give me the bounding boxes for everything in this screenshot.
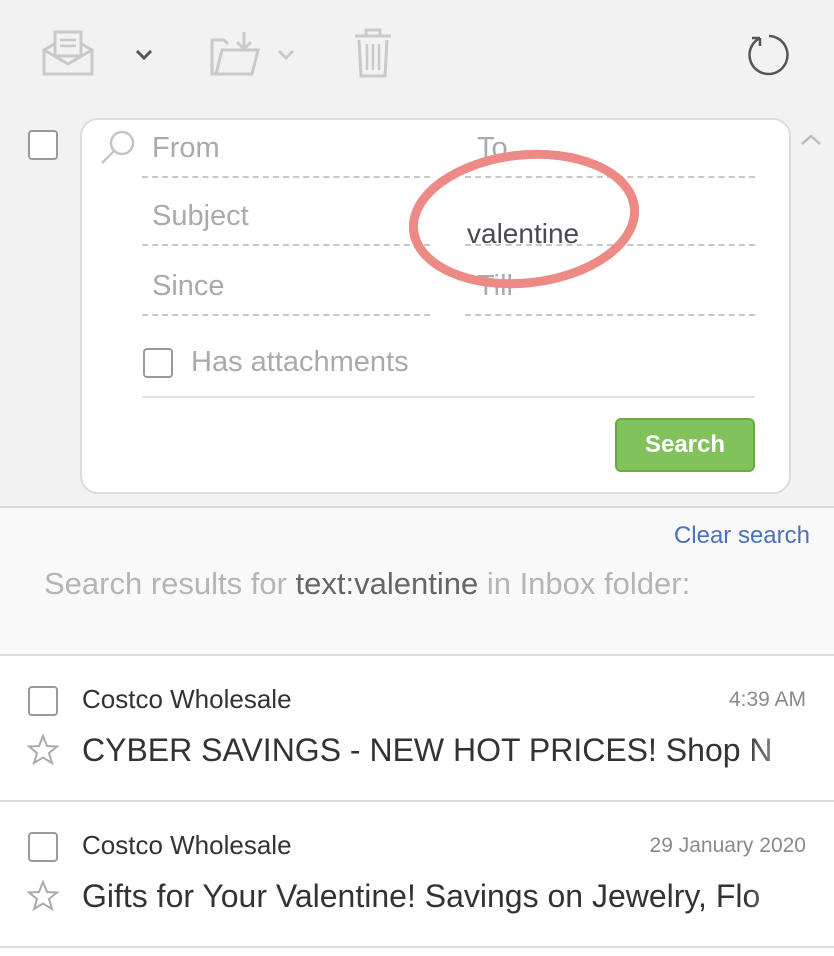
clear-search-link[interactable]: Clear search: [674, 522, 810, 550]
toolbar: [0, 0, 834, 110]
message-sender: Costco Wholesale: [82, 684, 292, 714]
has-attachments-label[interactable]: Has attachments: [191, 346, 409, 379]
subject-input[interactable]: valentine: [465, 188, 755, 249]
chevron-down-icon[interactable]: [276, 48, 296, 62]
message-subject: CYBER SAVINGS - NEW HOT PRICES! Shop N: [82, 732, 773, 768]
chevron-up-icon: [801, 134, 821, 145]
message-date: 4:39 AM: [728, 688, 806, 711]
subject-placeholder: Subject: [152, 200, 249, 232]
results-prefix: Search results for: [44, 566, 296, 601]
search-button[interactable]: Search: [615, 418, 755, 472]
trash-icon[interactable]: [352, 28, 394, 80]
advanced-search-panel: From To Subject valentine Since Till Has…: [80, 118, 791, 494]
search-results-header: Clear search Search results for text:val…: [0, 506, 834, 656]
message-subject: Gifts for Your Valentine! Savings on Jew…: [82, 878, 761, 914]
collapse-search-button[interactable]: [798, 130, 826, 158]
subject-value: valentine: [467, 218, 580, 249]
subject-fade: [744, 726, 834, 786]
results-query: text:valentine: [295, 566, 479, 601]
from-field[interactable]: From: [142, 120, 430, 178]
star-icon[interactable]: [26, 733, 60, 767]
message-date: 29 January 2020: [649, 834, 806, 857]
move-to-inbox-icon[interactable]: [40, 28, 96, 80]
subject-field-label[interactable]: Subject: [142, 188, 430, 246]
to-placeholder: To: [477, 132, 508, 164]
message-row[interactable]: Costco Wholesale 4:39 AM CYBER SAVINGS -…: [0, 656, 834, 802]
search-icon: [98, 128, 138, 168]
since-placeholder: Since: [152, 270, 225, 302]
from-placeholder: From: [152, 132, 220, 164]
message-checkbox[interactable]: [28, 832, 58, 862]
since-field[interactable]: Since: [142, 258, 430, 316]
message-checkbox[interactable]: [28, 686, 58, 716]
results-suffix: in Inbox folder:: [478, 566, 691, 601]
message-sender: Costco Wholesale: [82, 830, 292, 860]
subject-fade: [744, 872, 834, 932]
to-field[interactable]: To: [465, 120, 755, 178]
select-all-checkbox[interactable]: [28, 130, 58, 160]
list-bottom: [0, 948, 834, 956]
star-icon[interactable]: [26, 879, 60, 913]
refresh-icon[interactable]: [746, 32, 792, 78]
move-to-folder-icon[interactable]: [206, 28, 264, 78]
has-attachments-row: Has attachments: [142, 330, 755, 398]
till-field[interactable]: Till: [465, 258, 755, 316]
till-placeholder: Till: [477, 270, 513, 302]
chevron-down-icon[interactable]: [132, 46, 156, 64]
message-row[interactable]: Costco Wholesale 29 January 2020 Gifts f…: [0, 802, 834, 948]
has-attachments-checkbox[interactable]: [143, 348, 173, 378]
search-results-summary: Search results for text:valentine in Inb…: [44, 566, 690, 602]
